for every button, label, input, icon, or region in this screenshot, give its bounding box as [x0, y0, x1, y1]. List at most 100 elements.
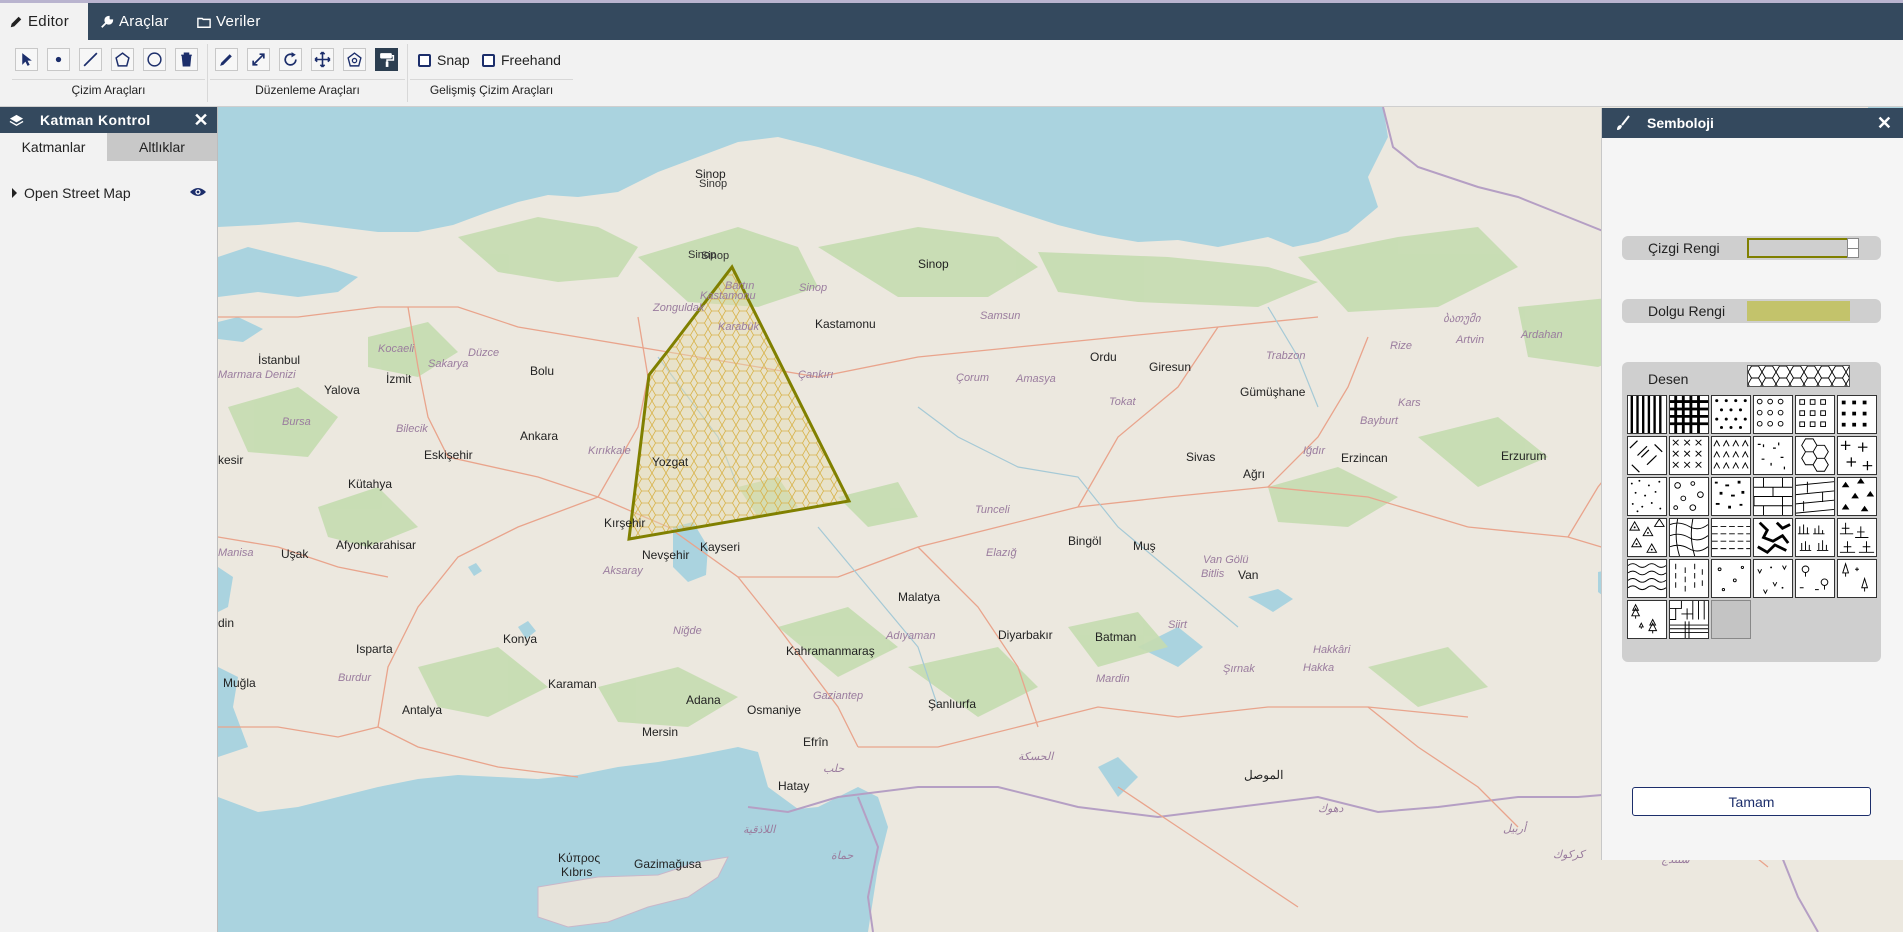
pattern-swatch[interactable]: [1795, 395, 1835, 434]
point-icon: [55, 56, 62, 63]
map-place-label: Sivas: [1186, 450, 1216, 464]
point-tool-button[interactable]: [47, 48, 70, 71]
resize-tool-button[interactable]: [247, 48, 270, 71]
expand-caret-icon[interactable]: [12, 188, 17, 198]
map-place-label: Yozgat: [652, 455, 689, 469]
map-place-label: Ankara: [520, 429, 559, 443]
selected-pattern-preview: [1747, 365, 1850, 387]
pattern-swatch[interactable]: [1795, 559, 1835, 598]
pattern-swatch[interactable]: [1669, 436, 1709, 475]
map-place-label: Amasya: [1016, 373, 1056, 385]
pattern-swatch[interactable]: [1795, 477, 1835, 516]
map-place-label: Aksaray: [603, 565, 643, 577]
pattern-swatch[interactable]: [1669, 518, 1709, 557]
tab-veriler[interactable]: Veriler: [197, 3, 261, 40]
pattern-swatch[interactable]: [1627, 395, 1667, 434]
pattern-swatch[interactable]: [1627, 436, 1667, 475]
snap-checkbox[interactable]: Snap: [418, 52, 470, 68]
symbology-tool-button[interactable]: [375, 48, 398, 71]
map-place-label: Hakkâri: [1313, 644, 1351, 656]
ok-button[interactable]: Tamam: [1632, 787, 1871, 816]
close-icon[interactable]: ✕: [1877, 113, 1892, 134]
circle-tool-button[interactable]: [143, 48, 166, 71]
tab-araclar[interactable]: Araçlar: [100, 3, 169, 40]
pattern-swatch[interactable]: [1753, 436, 1793, 475]
map-place-label: Trabzon: [1266, 350, 1306, 362]
pattern-swatch[interactable]: [1837, 436, 1877, 475]
tab-altliklar[interactable]: Altlıklar: [107, 133, 217, 161]
pattern-swatch[interactable]: [1669, 395, 1709, 434]
pattern-swatch-none[interactable]: [1711, 600, 1751, 639]
pattern-swatch[interactable]: [1753, 477, 1793, 516]
pattern-swatch[interactable]: [1753, 559, 1793, 598]
tab-editor[interactable]: Editor: [0, 3, 88, 40]
rotate-tool-button[interactable]: [279, 48, 302, 71]
fill-color-picker[interactable]: [1747, 301, 1850, 321]
map-place-label: حماة: [831, 850, 854, 862]
pattern-swatch[interactable]: [1795, 518, 1835, 557]
drawing-tools-label: Çizim Araçları: [71, 83, 146, 97]
freehand-checkbox-box[interactable]: [482, 53, 495, 67]
map-place-label: Niğde: [673, 625, 702, 637]
map-place-label: Bolu: [530, 364, 555, 378]
pattern-swatch[interactable]: [1669, 600, 1709, 639]
line-tool-button[interactable]: [79, 48, 102, 71]
pattern-swatch[interactable]: [1711, 477, 1751, 516]
map-place-label: Κύπρος: [558, 851, 601, 865]
pattern-swatch[interactable]: [1837, 518, 1877, 557]
line-color-picker[interactable]: [1747, 238, 1850, 258]
paint-roller-icon: [380, 53, 395, 67]
close-icon[interactable]: ✕: [194, 110, 209, 131]
map-place-label: Antalya: [402, 703, 443, 717]
pattern-swatch[interactable]: [1669, 477, 1709, 516]
layer-item-open-street-map[interactable]: Open Street Map: [12, 184, 207, 202]
map-place-label: Elazığ: [986, 547, 1017, 559]
edit-tool-button[interactable]: [215, 48, 238, 71]
pattern-swatch[interactable]: [1669, 559, 1709, 598]
select-tool-button[interactable]: [15, 48, 38, 71]
map-place-label: Rize: [1390, 340, 1413, 352]
map-place-label: Gaziantep: [813, 690, 864, 702]
move-tool-button[interactable]: [311, 48, 334, 71]
symbology-header: Semboloji ✕: [1602, 108, 1903, 138]
pattern-swatch[interactable]: [1627, 477, 1667, 516]
pattern-swatch[interactable]: [1627, 559, 1667, 598]
freehand-label: Freehand: [501, 52, 561, 68]
delete-tool-button[interactable]: [175, 48, 198, 71]
pattern-field: Desen: [1622, 362, 1881, 662]
pattern-swatch[interactable]: [1627, 600, 1667, 639]
map-place-label: Düzce: [468, 347, 500, 359]
polygon-tool-button[interactable]: [111, 48, 134, 71]
freehand-checkbox[interactable]: Freehand: [482, 52, 561, 68]
pattern-swatch[interactable]: [1837, 559, 1877, 598]
pattern-swatch[interactable]: [1711, 559, 1751, 598]
pattern-swatch[interactable]: [1711, 436, 1751, 475]
map-place-label: Adana: [686, 693, 721, 707]
pattern-swatch[interactable]: [1627, 518, 1667, 557]
advanced-tools-label: Gelişmiş Çizim Araçları: [429, 83, 554, 97]
snap-checkbox-box[interactable]: [418, 53, 431, 67]
pattern-swatch[interactable]: [1753, 395, 1793, 434]
pattern-swatch[interactable]: [1711, 395, 1751, 434]
pattern-swatch[interactable]: [1837, 477, 1877, 516]
pattern-swatch[interactable]: [1753, 518, 1793, 557]
vertex-edit-tool-button[interactable]: [343, 48, 366, 71]
map-place-label: İstanbul: [258, 353, 301, 367]
eye-icon[interactable]: [189, 185, 207, 199]
map-place-label: Kütahya: [348, 477, 393, 491]
map-place-label: Erzurum: [1501, 449, 1547, 463]
tab-katmanlar[interactable]: Katmanlar: [0, 133, 107, 161]
pattern-swatch[interactable]: [1795, 436, 1835, 475]
map-place-label: Gazimağusa: [634, 857, 702, 871]
map-place-label: Burdur: [338, 672, 372, 684]
pattern-swatch[interactable]: [1837, 395, 1877, 434]
line-width-stepper[interactable]: [1847, 238, 1859, 258]
map-place-label: Ardahan: [1521, 329, 1563, 341]
map-place-label: İzmit: [386, 372, 412, 386]
pattern-swatch[interactable]: [1711, 518, 1751, 557]
map-place-label: Giresun: [1149, 360, 1192, 374]
layers-icon: [9, 114, 24, 126]
circle-icon: [147, 52, 162, 67]
map-place-label: Zonguldak: [653, 302, 705, 314]
map-place-label: Tokat: [1109, 396, 1136, 408]
